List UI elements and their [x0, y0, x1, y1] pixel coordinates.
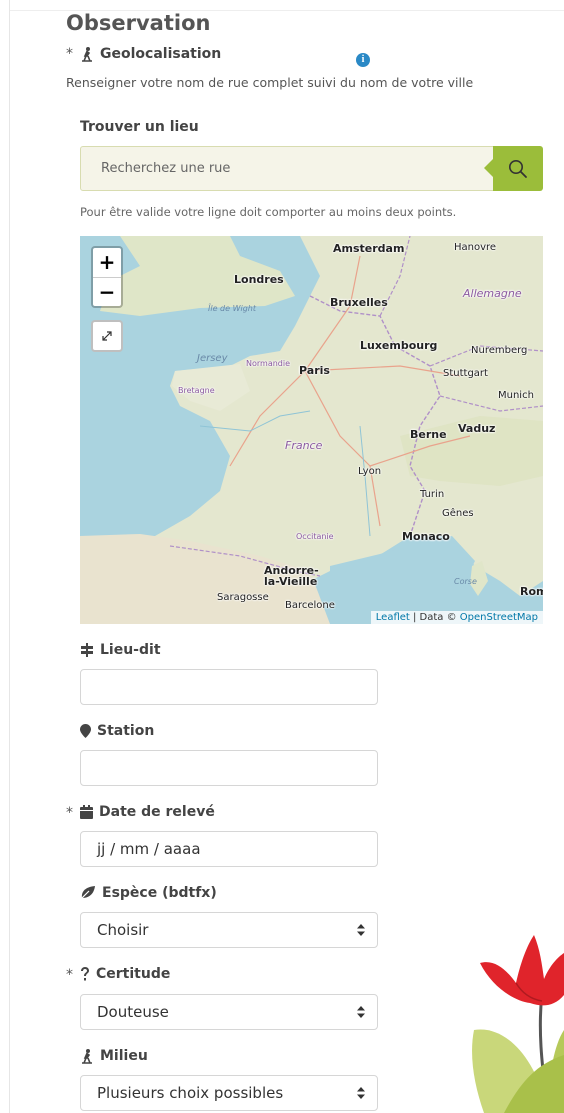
- street-search-input[interactable]: [80, 146, 515, 191]
- map-label: Monaco: [402, 530, 450, 543]
- map-label: Lyon: [358, 466, 382, 477]
- map-label: Stuttgart: [443, 368, 488, 379]
- certitude-label: Certitude: [96, 966, 171, 982]
- milieu-select[interactable]: Plusieurs choix possibles: [80, 1075, 378, 1111]
- leaf-icon: [80, 886, 95, 900]
- zoom-in-button[interactable]: +: [93, 248, 121, 278]
- map-label: France: [285, 439, 323, 452]
- map-label: Vaduz: [458, 422, 496, 435]
- map-label: Jersey: [197, 353, 228, 364]
- search-button[interactable]: [484, 146, 543, 191]
- map-label: Munich: [498, 390, 534, 401]
- select-arrows-icon: [357, 1006, 365, 1018]
- select-arrows-icon: [357, 924, 365, 936]
- search-icon: [509, 159, 527, 178]
- map-label: Rom: [520, 585, 543, 598]
- map-label: Hanovre: [454, 242, 497, 253]
- map-label: Nuremberg: [471, 345, 528, 356]
- milieu-selected-value: Plusieurs choix possibles: [97, 1084, 284, 1102]
- map-label: Corse: [454, 577, 477, 586]
- geoloc-label: Geolocalisation: [100, 46, 222, 62]
- select-arrows-icon: [357, 1087, 365, 1099]
- station-input[interactable]: [80, 750, 378, 786]
- station-label: Station: [97, 723, 155, 739]
- map[interactable]: Amsterdam Hanovre Londres Bruxelles Alle…: [80, 236, 543, 624]
- date-label-row: Date de relevé: [80, 804, 215, 820]
- hiker-icon: [82, 1048, 92, 1064]
- map-label: Amsterdam: [333, 242, 405, 255]
- lieu-dit-label-row: Lieu-dit: [80, 642, 161, 658]
- lieu-dit-input[interactable]: [80, 669, 378, 705]
- geoloc-label-row: Geolocalisation: [80, 46, 221, 62]
- map-label: Bruxelles: [330, 296, 388, 309]
- certitude-label-row: Certitude: [80, 966, 170, 982]
- tulip-illustration: [472, 935, 564, 1113]
- required-mark: *: [66, 967, 73, 983]
- attribution-separator: | Data ©: [409, 612, 460, 623]
- station-label-row: Station: [80, 723, 154, 739]
- espece-label: Espèce (bdtfx): [102, 885, 217, 901]
- signpost-icon: [81, 643, 93, 657]
- map-label: Berne: [410, 428, 447, 441]
- map-label: Londres: [234, 273, 284, 286]
- map-label: Île de Wight: [208, 304, 257, 313]
- required-mark: *: [66, 46, 73, 62]
- milieu-label: Milieu: [100, 1048, 148, 1064]
- place-search: [80, 146, 543, 191]
- zoom-out-button[interactable]: −: [93, 278, 121, 307]
- question-icon: [81, 967, 89, 981]
- map-marker-icon: [80, 724, 91, 738]
- map-label: Turin: [420, 489, 445, 500]
- find-place-title: Trouver un lieu: [80, 119, 199, 135]
- milieu-label-row: Milieu: [80, 1048, 148, 1064]
- lieu-dit-label: Lieu-dit: [100, 642, 161, 658]
- geoloc-help-text: Renseigner votre nom de rue complet suiv…: [66, 75, 474, 90]
- required-mark: *: [66, 805, 73, 821]
- map-label: Bretagne: [178, 386, 215, 395]
- date-label: Date de relevé: [99, 804, 215, 820]
- map-label: Luxembourg: [360, 339, 438, 352]
- map-label: Saragosse: [217, 592, 269, 603]
- certitude-selected-value: Douteuse: [97, 1003, 169, 1021]
- calendar-icon: [80, 805, 93, 819]
- left-border: [9, 0, 10, 1113]
- osm-link[interactable]: OpenStreetMap: [460, 612, 538, 623]
- hiker-icon: [82, 46, 92, 62]
- fullscreen-button[interactable]: [91, 320, 123, 352]
- map-label: Andorre-la-Vieille: [264, 564, 319, 588]
- map-label: Allemagne: [463, 287, 522, 300]
- map-label: Gênes: [442, 508, 474, 519]
- expand-icon: [102, 331, 112, 341]
- map-label: Normandie: [246, 359, 291, 368]
- map-attribution: Leaflet | Data © OpenStreetMap: [370, 611, 543, 624]
- info-icon[interactable]: i: [356, 53, 370, 67]
- section-title: Observation: [66, 11, 211, 35]
- espece-selected-value: Choisir: [97, 921, 149, 939]
- date-input[interactable]: jj / mm / aaaa: [80, 831, 378, 867]
- espece-select[interactable]: Choisir: [80, 912, 378, 948]
- map-label: Occitanie: [296, 532, 334, 541]
- map-label: Barcelone: [285, 600, 335, 611]
- map-label: Paris: [299, 364, 330, 377]
- zoom-control: + −: [91, 246, 123, 308]
- espece-label-row: Espèce (bdtfx): [80, 885, 217, 901]
- leaflet-link[interactable]: Leaflet: [376, 612, 410, 623]
- certitude-select[interactable]: Douteuse: [80, 994, 378, 1030]
- validity-note: Pour être valide votre ligne doit compor…: [80, 205, 457, 219]
